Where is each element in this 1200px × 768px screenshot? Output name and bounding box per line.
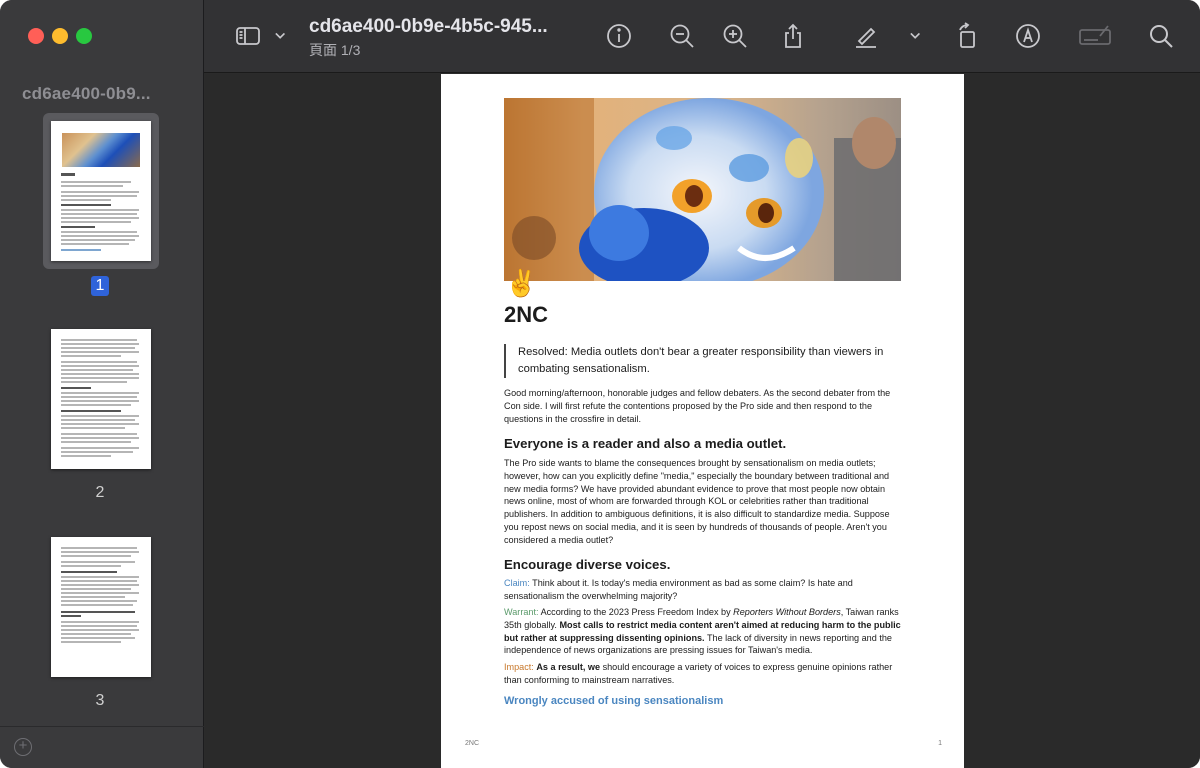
section-1-body: The Pro side wants to blame the conseque… xyxy=(504,458,890,545)
page-number-3[interactable]: 3 xyxy=(0,692,200,710)
section-heading-2: Encourage diverse voices. xyxy=(504,557,671,572)
chevron-down-icon[interactable] xyxy=(269,22,293,50)
page-footer-number: 1 xyxy=(938,740,942,747)
victory-hand-emoji: ✌️ xyxy=(505,268,538,298)
claim-label: Claim: xyxy=(504,578,530,588)
chevron-down-icon[interactable] xyxy=(904,22,928,50)
sidebar-title: cd6ae400-0b9... xyxy=(22,84,151,103)
pdf-page: ✌️ 2NC Resolved: Media outlets don't bea… xyxy=(441,74,964,768)
document-title: cd6ae400-0b9e-4b5c-945... xyxy=(309,16,548,37)
warrant-paragraph: Warrant: According to the 2023 Press Fre… xyxy=(504,607,901,656)
thumbnail-sidebar: cd6ae400-0b9... 1 2 3 + xyxy=(0,0,204,768)
close-button[interactable] xyxy=(28,28,44,44)
section-heading-1: Everyone is a reader and also a media ou… xyxy=(504,436,787,451)
resolution-quote: Resolved: Media outlets don't bear a gre… xyxy=(504,344,894,378)
minimize-button[interactable] xyxy=(52,28,68,44)
window-controls xyxy=(28,28,92,44)
signature-icon[interactable] xyxy=(1078,22,1114,50)
zoom-in-icon[interactable] xyxy=(721,22,749,50)
hero-image xyxy=(504,98,901,281)
info-icon[interactable] xyxy=(605,22,633,50)
toolbar: cd6ae400-0b9e-4b5c-945... 頁面 1/3 xyxy=(204,0,1200,73)
zoom-button[interactable] xyxy=(76,28,92,44)
page-thumbnail-2[interactable] xyxy=(51,329,151,469)
page-indicator: 頁面 1/3 xyxy=(309,42,361,58)
rotate-icon[interactable] xyxy=(953,22,981,50)
page-number-1[interactable]: 1 xyxy=(0,276,200,296)
impact-paragraph: Impact: As a result, we should encourage… xyxy=(504,662,893,685)
share-icon[interactable] xyxy=(779,22,807,50)
section-heading-3: Wrongly accused of using sensationalism xyxy=(504,695,724,707)
page-thumbnail-3[interactable] xyxy=(51,537,151,677)
preview-window: cd6ae400-0b9... 1 2 3 + cd6ae400-0b9e-4b… xyxy=(0,0,1200,768)
impact-label: Impact: xyxy=(504,662,534,672)
markup-pen-icon[interactable] xyxy=(1014,22,1042,50)
claim-paragraph: Claim: Think about it. Is today's media … xyxy=(504,578,853,601)
sidebar-footer: + xyxy=(0,726,204,768)
intro-paragraph: Good morning/afternoon, honorable judges… xyxy=(504,388,891,424)
page-thumbnail-1[interactable] xyxy=(51,121,151,261)
plus-circle-icon[interactable]: + xyxy=(14,738,32,756)
highlighter-icon[interactable] xyxy=(852,22,880,50)
page-number-2[interactable]: 2 xyxy=(0,484,200,502)
page-footer-title: 2NC xyxy=(465,740,480,747)
zoom-out-icon[interactable] xyxy=(668,22,696,50)
document-viewer[interactable]: ✌️ 2NC Resolved: Media outlets don't bea… xyxy=(205,74,1200,768)
document-heading: 2NC xyxy=(504,302,549,327)
warrant-label: Warrant: xyxy=(504,607,539,617)
search-icon[interactable] xyxy=(1147,22,1175,50)
sidebar-toggle-icon[interactable] xyxy=(234,22,262,50)
thumbnail-image xyxy=(62,133,140,167)
